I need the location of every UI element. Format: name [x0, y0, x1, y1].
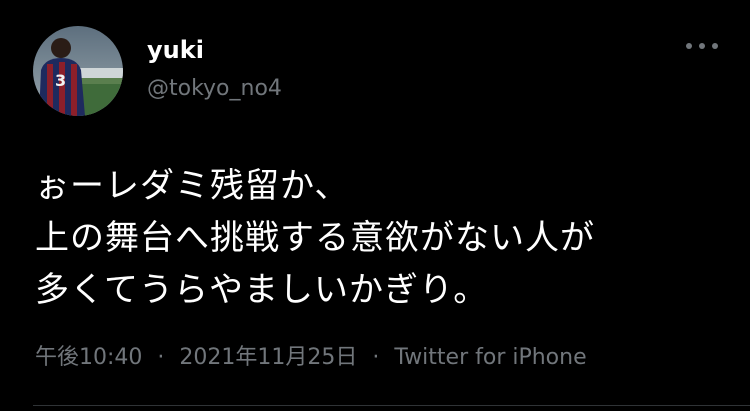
- tweet-text-line: 上の舞台へ挑戦する意欲がない人が: [35, 218, 595, 258]
- tweet-date[interactable]: 2021年11月25日: [179, 345, 357, 370]
- tweet-text: ぉーレダミ残留か、 上の舞台へ挑戦する意欲がない人が 多くてうらやましいかぎり。: [35, 160, 725, 316]
- meta-separator: ·: [157, 345, 165, 370]
- more-dot: [686, 43, 692, 49]
- meta-separator: ·: [372, 345, 380, 370]
- avatar-photo: 3: [33, 26, 123, 116]
- tweet: 3 yuki @tokyo_no4 ぉーレダミ残留か、 上の舞台へ挑戦する意欲が…: [0, 0, 750, 411]
- avatar[interactable]: 3: [33, 26, 123, 116]
- tweet-source[interactable]: Twitter for iPhone: [394, 345, 586, 370]
- user-handle[interactable]: @tokyo_no4: [147, 76, 282, 102]
- tweet-text-line: ぉーレダミ残留か、: [35, 166, 350, 206]
- tweet-meta: 午後10:40 · 2021年11月25日 · Twitter for iPho…: [35, 343, 587, 373]
- divider: [33, 405, 750, 406]
- more-dot: [712, 43, 718, 49]
- tweet-text-line: 多くてうらやましいかぎり。: [35, 270, 489, 310]
- svg-text:3: 3: [55, 71, 66, 90]
- more-horizontal-icon[interactable]: [686, 36, 718, 56]
- more-dot: [699, 43, 705, 49]
- tweet-time[interactable]: 午後10:40: [35, 345, 142, 370]
- display-name[interactable]: yuki: [147, 36, 204, 64]
